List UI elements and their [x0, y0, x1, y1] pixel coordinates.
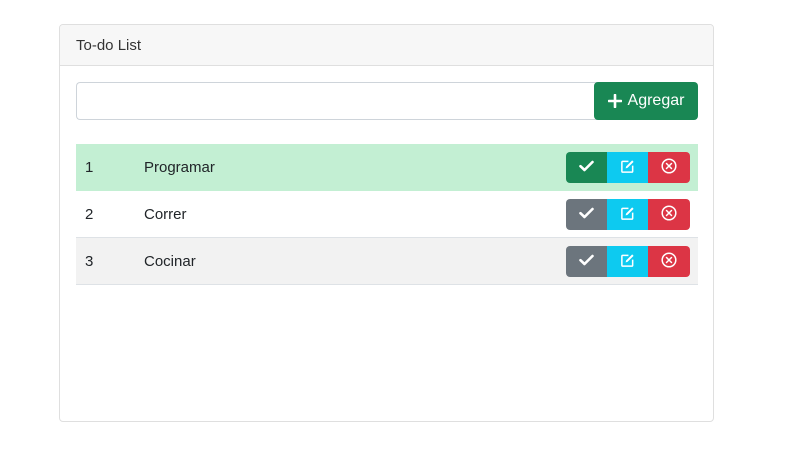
task-number: 2 [85, 205, 94, 223]
task-name: Cocinar [144, 252, 196, 270]
complete-button[interactable] [566, 152, 607, 183]
todo-card: To-do List Agregar 1 Programar 2 Correr … [59, 24, 714, 422]
edit-button[interactable] [607, 246, 648, 277]
task-actions [566, 199, 690, 230]
task-name: Programar [144, 158, 215, 176]
task-number: 1 [85, 158, 94, 176]
x-circle-icon [661, 252, 677, 271]
task-list: 1 Programar 2 Correr 3 Cocinar [76, 144, 698, 285]
task-row: 3 Cocinar [76, 238, 698, 285]
check-icon [579, 254, 594, 269]
task-number: 3 [85, 252, 94, 270]
delete-button[interactable] [648, 199, 690, 230]
plus-icon [607, 94, 622, 108]
add-button[interactable]: Agregar [594, 82, 698, 120]
check-icon [579, 160, 594, 175]
edit-button[interactable] [607, 152, 648, 183]
x-circle-icon [661, 158, 677, 177]
edit-icon [620, 159, 635, 177]
check-icon [579, 207, 594, 222]
complete-button[interactable] [566, 246, 607, 277]
task-actions [566, 152, 690, 183]
x-circle-icon [661, 205, 677, 224]
delete-button[interactable] [648, 152, 690, 183]
task-input[interactable] [76, 82, 598, 120]
edit-icon [620, 253, 635, 271]
complete-button[interactable] [566, 199, 607, 230]
task-row: 2 Correr [76, 191, 698, 238]
task-actions [566, 246, 690, 277]
delete-button[interactable] [648, 246, 690, 277]
task-name: Correr [144, 205, 187, 223]
card-header: To-do List [60, 25, 713, 66]
edit-icon [620, 206, 635, 224]
add-task-form: Agregar [76, 82, 698, 120]
add-button-label: Agregar [627, 92, 685, 109]
task-row: 1 Programar [76, 144, 698, 191]
edit-button[interactable] [607, 199, 648, 230]
card-title: To-do List [76, 36, 142, 54]
